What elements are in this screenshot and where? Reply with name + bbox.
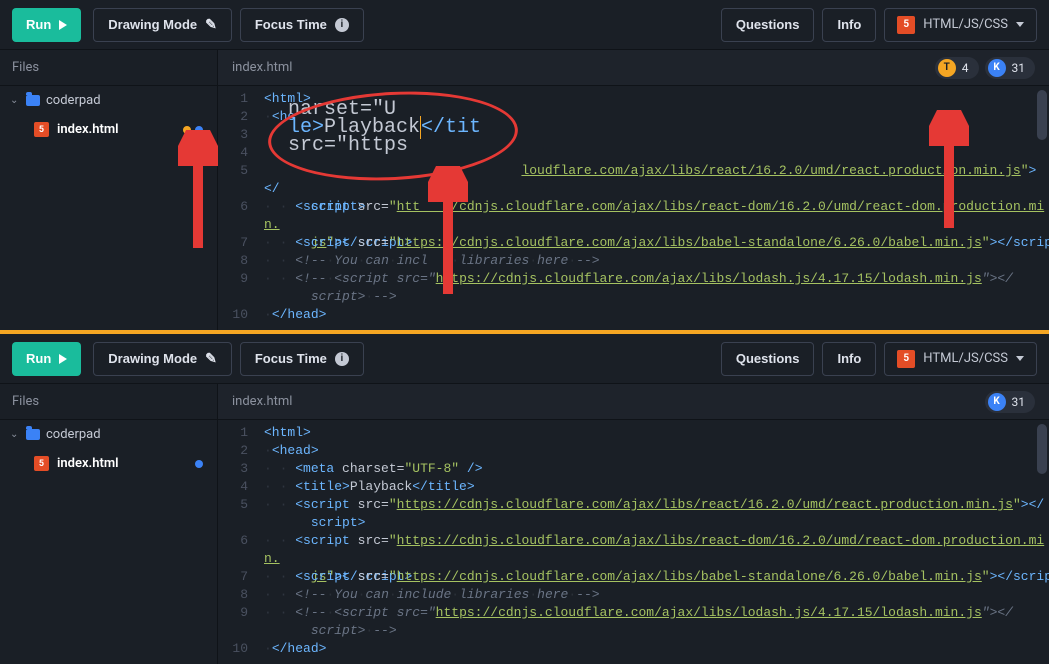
- annotation-arrow: [428, 166, 468, 296]
- chevron-down-icon: [1016, 356, 1024, 361]
- html5-icon: 5: [897, 16, 915, 34]
- editor-filename: index.html: [232, 60, 292, 75]
- badge-count: 31: [1012, 395, 1026, 409]
- editor-header: index.html T4 K 31: [218, 50, 1049, 86]
- presence-dots: [195, 460, 207, 468]
- run-button[interactable]: Run: [12, 8, 81, 42]
- presence-dots: [183, 126, 207, 134]
- chevron-down-icon: ⌄: [10, 429, 20, 440]
- editor-filename: index.html: [232, 394, 292, 409]
- info-button[interactable]: Info: [822, 8, 876, 42]
- drawing-mode-button[interactable]: Drawing Mode✎: [93, 342, 232, 376]
- files-header: Files: [0, 384, 217, 420]
- drawing-mode-button[interactable]: Drawing Mode✎: [93, 8, 232, 42]
- files-header: Files: [0, 50, 217, 86]
- language-selector[interactable]: 5 HTML/JS/CSS: [884, 342, 1037, 376]
- info-icon: i: [335, 18, 349, 32]
- language-label: HTML/JS/CSS: [923, 17, 1008, 32]
- code-content[interactable]: <html> ·<head> · · <meta charset="UTF-8"…: [258, 420, 1049, 664]
- scrollbar[interactable]: [1037, 90, 1047, 140]
- folder-row[interactable]: ⌄ coderpad: [0, 420, 217, 449]
- info-icon: i: [335, 352, 349, 366]
- file-label: index.html: [57, 456, 119, 471]
- html5-icon: 5: [34, 122, 49, 137]
- focus-time-button[interactable]: Focus Timei: [240, 8, 364, 42]
- editor: index.html T4 K 31 12345678910 <html> ·<h…: [218, 50, 1049, 330]
- html5-icon: 5: [34, 456, 49, 471]
- files-sidebar: Files ⌄ coderpad 5 index.html: [0, 50, 218, 330]
- code-area[interactable]: 12345678910 <html> ·<he xxxxxxxxxxxxxxxx…: [218, 86, 1049, 330]
- line-gutter: 12345678910: [218, 420, 258, 664]
- pencil-icon: ✎: [205, 16, 217, 33]
- presence-badge-k[interactable]: K 31: [985, 57, 1036, 79]
- badge-count: 31: [1012, 61, 1026, 75]
- chevron-down-icon: [1016, 22, 1024, 27]
- editor: index.html K 31 12345678910 <html> ·<head…: [218, 384, 1049, 664]
- folder-icon: [26, 429, 40, 440]
- language-selector[interactable]: 5 HTML/JS/CSS: [884, 8, 1037, 42]
- folder-icon: [26, 95, 40, 106]
- focus-time-button[interactable]: Focus Timei: [240, 342, 364, 376]
- play-icon: [59, 20, 67, 30]
- files-sidebar: Files ⌄ coderpad 5 index.html: [0, 384, 218, 664]
- folder-label: coderpad: [46, 427, 101, 442]
- panel-top: Run Drawing Mode✎ Focus Timei Questions …: [0, 0, 1049, 330]
- folder-row[interactable]: ⌄ coderpad: [0, 86, 217, 115]
- file-label: index.html: [57, 122, 119, 137]
- play-icon: [59, 354, 67, 364]
- folder-label: coderpad: [46, 93, 101, 108]
- avatar: T: [938, 59, 956, 77]
- panel-bottom: Run Drawing Mode✎ Focus Timei Questions …: [0, 334, 1049, 664]
- file-row[interactable]: 5 index.html: [0, 115, 217, 144]
- language-label: HTML/JS/CSS: [923, 351, 1008, 366]
- badge-count: 4: [962, 61, 969, 75]
- run-button[interactable]: Run: [12, 342, 81, 376]
- questions-button[interactable]: Questions: [721, 8, 815, 42]
- avatar: K: [988, 393, 1006, 411]
- file-row[interactable]: 5 index.html: [0, 449, 217, 478]
- scrollbar[interactable]: [1037, 424, 1047, 474]
- html5-icon: 5: [897, 350, 915, 368]
- code-content[interactable]: <html> ·<he xxxxxxxxxxxxxxxxxxxxxxxxxxxx…: [258, 86, 1049, 330]
- avatar: K: [988, 59, 1006, 77]
- questions-button[interactable]: Questions: [721, 342, 815, 376]
- editor-header: index.html K 31: [218, 384, 1049, 420]
- toolbar: Run Drawing Mode✎ Focus Timei Questions …: [0, 334, 1049, 384]
- pencil-icon: ✎: [205, 350, 217, 367]
- code-area[interactable]: 12345678910 <html> ·<head> · · <meta cha…: [218, 420, 1049, 664]
- presence-badge-k[interactable]: K 31: [985, 391, 1036, 413]
- info-button[interactable]: Info: [822, 342, 876, 376]
- toolbar: Run Drawing Mode✎ Focus Timei Questions …: [0, 0, 1049, 50]
- chevron-down-icon: ⌄: [10, 95, 20, 106]
- line-gutter: 12345678910: [218, 86, 258, 330]
- presence-badge-t[interactable]: T4: [935, 57, 979, 79]
